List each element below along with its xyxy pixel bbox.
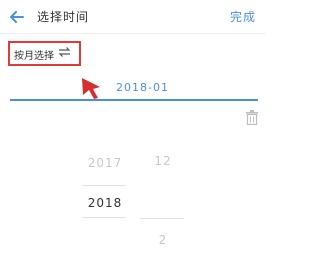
header-divider <box>0 33 266 34</box>
switch-arrows-icon[interactable] <box>58 46 71 58</box>
month-selection-line-bottom <box>140 218 184 219</box>
page-title: 选择时间 <box>37 10 90 24</box>
done-button[interactable]: 完成 <box>230 8 256 25</box>
year-option-selected[interactable]: 2018 <box>85 196 125 210</box>
selected-date-field[interactable]: 2018-01 <box>116 81 169 94</box>
mode-toggle-label[interactable]: 按月选择 <box>14 47 54 62</box>
month-option-below[interactable]: 2 <box>148 233 178 247</box>
year-selection-line-top <box>82 185 126 186</box>
trash-icon[interactable] <box>245 110 259 125</box>
date-field-underline <box>10 99 258 101</box>
red-pointer-arrow <box>82 78 100 99</box>
year-option-above[interactable]: 2017 <box>85 156 125 170</box>
year-selection-line-bottom <box>82 217 126 218</box>
top-bar: 选择时间 完成 <box>0 0 266 34</box>
month-option-above[interactable]: 12 <box>148 154 178 168</box>
back-arrow-icon[interactable] <box>8 8 26 26</box>
